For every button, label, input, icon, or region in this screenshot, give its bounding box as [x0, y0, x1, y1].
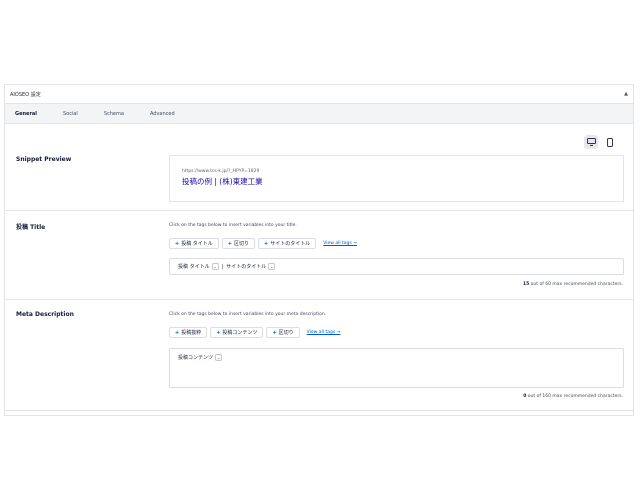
post-title-char-counter: 15 out of 60 max recommended characters. — [522, 282, 623, 287]
meta-description-input[interactable]: 投稿コンテンツ ⌄ — [169, 348, 624, 388]
collapse-caret-icon[interactable]: ▲ — [624, 91, 628, 97]
post-title-input[interactable]: 投稿 タイトル ⌄ | サイトのタイトル ⌄ — [169, 258, 624, 275]
plus-icon: + — [216, 329, 221, 336]
meta-description-row: Meta Description Click on the tags below… — [5, 300, 633, 411]
title-chip-site-title[interactable]: サイトのタイトル ⌄ — [226, 263, 276, 270]
snippet-preview-box: https://www.tcs-k.jp/?_HPYP=1829 投稿の例 | … — [169, 155, 624, 202]
tab-social[interactable]: Social — [63, 104, 78, 123]
snippet-url: https://www.tcs-k.jp/?_HPYP=1829 — [182, 169, 260, 174]
panel-title: AIOSEO 設定 — [10, 91, 41, 98]
meta-description-hint: Click on the tags below to insert variab… — [169, 312, 327, 317]
insert-separator-tag[interactable]: + 区切り — [266, 327, 300, 338]
insert-site-title-tag[interactable]: + サイトのタイトル — [258, 238, 317, 249]
meta-description-char-counter: 0 out of 160 max recommended characters. — [523, 394, 623, 399]
plus-icon: + — [175, 329, 180, 336]
view-all-tags-link[interactable]: View all tags → — [323, 241, 357, 246]
snippet-preview-row: Snippet Preview https://www.tcs-k.jp/?_H… — [5, 124, 633, 211]
post-title-row: 投稿 Title Click on the tags below to inse… — [5, 211, 633, 300]
title-chip-separator: | — [221, 263, 224, 270]
insert-post-content-tag[interactable]: + 投稿コンテンツ — [210, 327, 264, 338]
tab-schema[interactable]: Schema — [104, 104, 124, 123]
view-all-tags-link[interactable]: View all tags → — [307, 330, 341, 335]
plus-icon: + — [175, 240, 180, 247]
panel-header[interactable]: AIOSEO 設定 ▲ — [5, 85, 633, 103]
plus-icon: + — [272, 329, 277, 336]
insert-separator-tag[interactable]: + 区切り — [221, 238, 256, 249]
aioseo-settings-panel: AIOSEO 設定 ▲ General Social Schema Advanc… — [4, 84, 634, 416]
meta-description-tags: + 投稿抜粋 + 投稿コンテンツ + 区切り View all tags → — [169, 327, 340, 338]
post-title-tags: + 投稿 タイトル + 区切り + サイトのタイトル View all tags → — [169, 238, 357, 249]
tab-advanced[interactable]: Advanced — [150, 104, 175, 123]
chevron-down-icon[interactable]: ⌄ — [215, 354, 223, 361]
plus-icon: + — [227, 240, 232, 247]
snippet-preview-label: Snippet Preview — [16, 156, 72, 163]
plus-icon: + — [264, 240, 269, 247]
insert-post-title-tag[interactable]: + 投稿 タイトル — [169, 238, 219, 249]
title-chip-post-title[interactable]: 投稿 タイトル ⌄ — [178, 263, 219, 270]
meta-chip-post-content[interactable]: 投稿コンテンツ ⌄ — [178, 354, 223, 361]
chevron-down-icon[interactable]: ⌄ — [211, 263, 219, 270]
tab-general[interactable]: General — [15, 104, 37, 123]
snippet-title: 投稿の例 | (株)東建工業 — [182, 177, 263, 186]
settings-tabs: General Social Schema Advanced — [5, 103, 633, 124]
post-title-label: 投稿 Title — [16, 224, 46, 231]
insert-post-excerpt-tag[interactable]: + 投稿抜粋 — [169, 327, 208, 338]
post-title-hint: Click on the tags below to insert variab… — [169, 223, 297, 228]
chevron-down-icon[interactable]: ⌄ — [268, 263, 276, 270]
meta-description-label: Meta Description — [16, 311, 74, 318]
